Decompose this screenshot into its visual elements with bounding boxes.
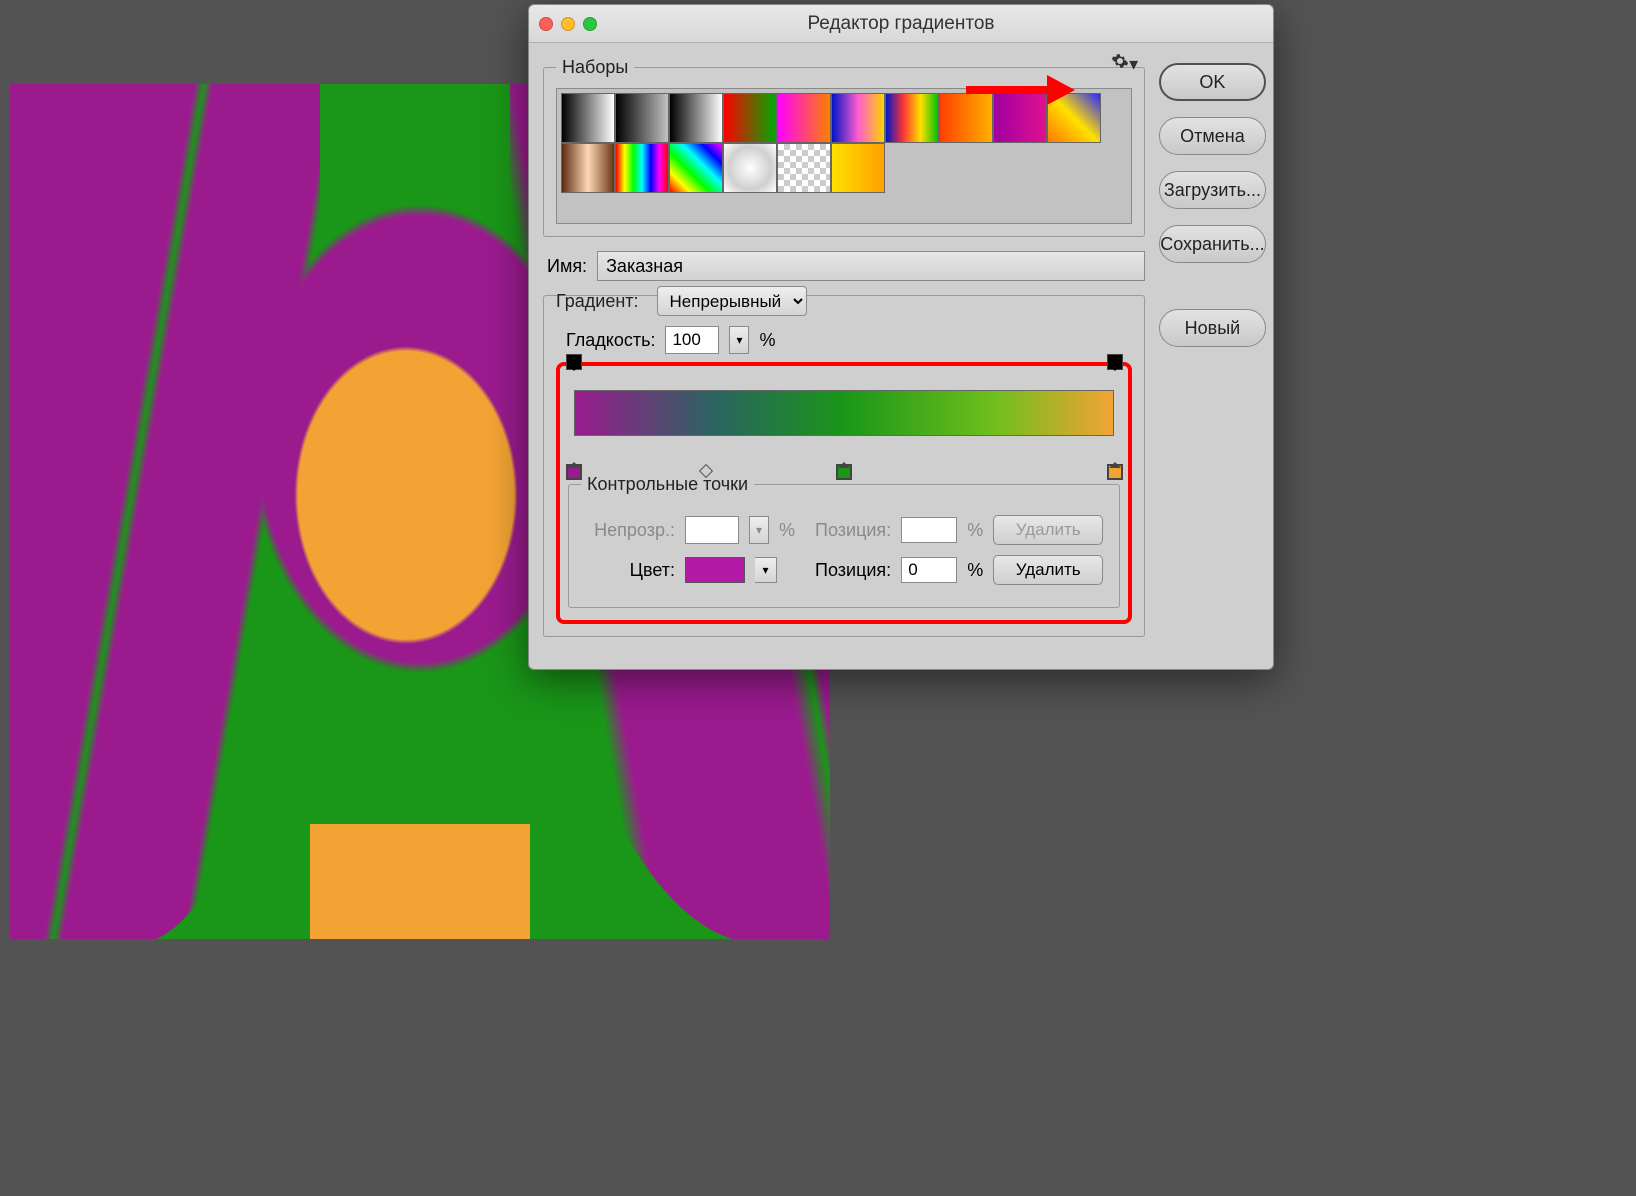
preset-swatch[interactable] xyxy=(885,93,939,143)
name-label: Имя: xyxy=(547,256,587,277)
delete-opacity-button: Удалить xyxy=(993,515,1103,545)
new-button[interactable]: Новый xyxy=(1159,309,1265,347)
preset-swatch[interactable] xyxy=(993,93,1047,143)
gradient-bar-editor[interactable] xyxy=(568,372,1120,460)
opacity-position-label: Позиция: xyxy=(815,520,891,541)
preset-swatch[interactable] xyxy=(723,143,777,193)
color-stop[interactable] xyxy=(566,464,582,480)
chevron-down-icon[interactable]: ▾ xyxy=(729,326,749,354)
presets-grid[interactable] xyxy=(556,88,1132,224)
delete-color-button[interactable]: Удалить xyxy=(993,555,1103,585)
color-position-input[interactable] xyxy=(901,557,957,583)
chevron-down-icon[interactable]: ▾ xyxy=(755,557,777,583)
preset-swatch[interactable] xyxy=(615,143,669,193)
presets-legend: Наборы xyxy=(556,57,634,78)
preset-swatch[interactable] xyxy=(615,93,669,143)
opacity-position-unit: % xyxy=(967,520,983,541)
preset-swatch[interactable] xyxy=(561,93,615,143)
opacity-position-input xyxy=(901,517,957,543)
presets-fieldset: Наборы ▾ xyxy=(543,57,1145,237)
smoothness-unit: % xyxy=(759,330,775,351)
gradient-type-select[interactable]: Непрерывный xyxy=(657,286,807,316)
opacity-input xyxy=(685,516,739,544)
name-input[interactable] xyxy=(597,251,1145,281)
preset-swatch[interactable] xyxy=(1047,93,1101,143)
color-row: Цвет: ▾ Позиция: % Удалить xyxy=(585,555,1103,585)
opacity-stop[interactable] xyxy=(566,354,582,370)
save-button[interactable]: Сохранить... xyxy=(1159,225,1265,263)
preset-swatch[interactable] xyxy=(723,93,777,143)
highlight-annotation: Контрольные точки Непрозр.: ▾ % Позиция:… xyxy=(556,362,1132,624)
preset-swatch[interactable] xyxy=(777,93,831,143)
control-points-fieldset: Контрольные точки Непрозр.: ▾ % Позиция:… xyxy=(568,474,1120,608)
cancel-button[interactable]: Отмена xyxy=(1159,117,1265,155)
smoothness-input[interactable] xyxy=(665,326,719,354)
gear-icon[interactable]: ▾ xyxy=(1111,52,1138,75)
window-controls xyxy=(539,17,597,31)
dialog-title: Редактор градиентов xyxy=(529,13,1273,35)
color-position-unit: % xyxy=(967,560,983,581)
preset-swatch[interactable] xyxy=(669,143,723,193)
ok-button[interactable]: OK xyxy=(1159,63,1265,101)
minimize-icon[interactable] xyxy=(561,17,575,31)
color-position-label: Позиция: xyxy=(815,560,891,581)
color-stop[interactable] xyxy=(836,464,852,480)
color-label: Цвет: xyxy=(585,560,675,581)
gradient-fieldset: Градиент: Непрерывный Гладкость: ▾ % xyxy=(543,295,1145,637)
opacity-stop[interactable] xyxy=(1107,354,1123,370)
zoom-icon[interactable] xyxy=(583,17,597,31)
opacity-label: Непрозр.: xyxy=(585,520,675,541)
gradient-type-label: Градиент: xyxy=(556,291,645,312)
smoothness-label: Гладкость: xyxy=(566,330,655,351)
opacity-unit: % xyxy=(779,520,795,541)
color-stop[interactable] xyxy=(1107,464,1123,480)
artwork-shape xyxy=(310,824,530,939)
preset-swatch[interactable] xyxy=(777,143,831,193)
preset-swatch[interactable] xyxy=(561,143,615,193)
chevron-down-icon: ▾ xyxy=(749,516,769,544)
preset-swatch[interactable] xyxy=(831,93,885,143)
preset-swatch[interactable] xyxy=(939,93,993,143)
control-points-legend: Контрольные точки xyxy=(581,474,754,495)
preset-swatch[interactable] xyxy=(669,93,723,143)
close-icon[interactable] xyxy=(539,17,553,31)
gradient-bar[interactable] xyxy=(574,390,1114,436)
load-button[interactable]: Загрузить... xyxy=(1159,171,1265,209)
opacity-row: Непрозр.: ▾ % Позиция: % Удалить xyxy=(585,515,1103,545)
color-swatch[interactable] xyxy=(685,557,745,583)
titlebar[interactable]: Редактор градиентов xyxy=(529,5,1273,43)
gradient-editor-dialog: Редактор градиентов Наборы ▾ xyxy=(528,4,1274,670)
preset-swatch[interactable] xyxy=(831,143,885,193)
